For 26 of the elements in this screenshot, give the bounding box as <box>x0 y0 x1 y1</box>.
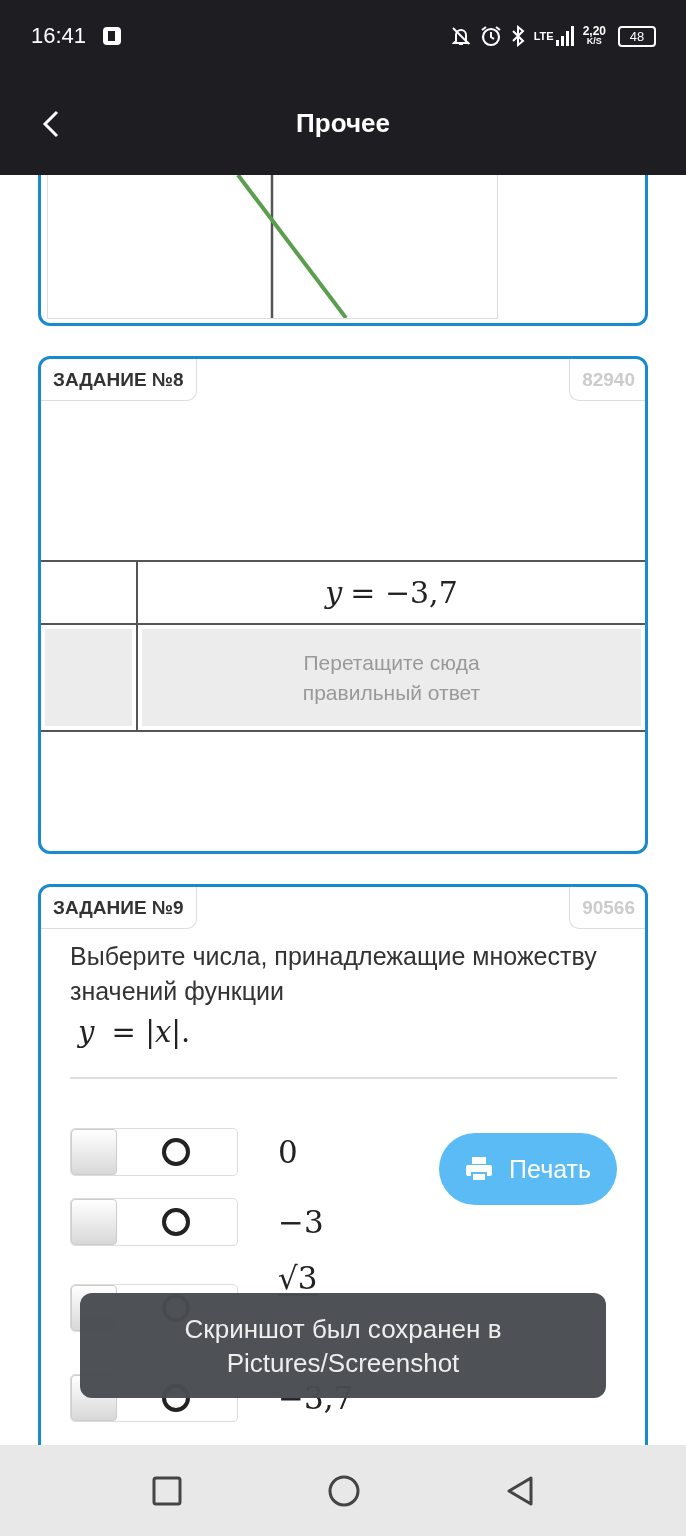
toggle-switch[interactable] <box>70 1197 238 1246</box>
option-value: −3 <box>278 1203 324 1240</box>
signal-icon <box>554 25 575 47</box>
clock-time: 16:41 <box>31 23 87 49</box>
page-title: Прочее <box>296 108 390 139</box>
battery-level: 48 <box>629 29 645 43</box>
task-label: ЗАДАНИЕ №8 <box>41 359 197 401</box>
option-value: 0 <box>278 1133 298 1170</box>
back-nav-icon[interactable] <box>505 1474 534 1507</box>
formula: y = −3,7 <box>138 562 645 625</box>
drop-zone[interactable]: Перетащите сюда правильный ответ <box>142 629 641 726</box>
network-type: LTE <box>533 30 554 42</box>
app-icon <box>102 26 123 46</box>
notifications-off-icon <box>449 25 472 47</box>
alarm-icon <box>479 25 502 47</box>
bluetooth-icon <box>509 25 526 47</box>
speed-unit: K/S <box>586 36 602 46</box>
home-icon[interactable] <box>327 1473 361 1508</box>
printer-icon <box>465 1156 494 1182</box>
network-speed: 2,20 <box>582 26 606 36</box>
print-button[interactable]: Печать <box>439 1133 617 1205</box>
question-text: Выберите числа, принадлежащие множеству значений функции <box>70 941 598 1007</box>
recents-icon[interactable] <box>152 1475 183 1506</box>
toggle-switch[interactable] <box>70 1127 238 1176</box>
formula: y = |x|. <box>78 1015 192 1049</box>
task-label: ЗАДАНИЕ №9 <box>41 887 197 929</box>
